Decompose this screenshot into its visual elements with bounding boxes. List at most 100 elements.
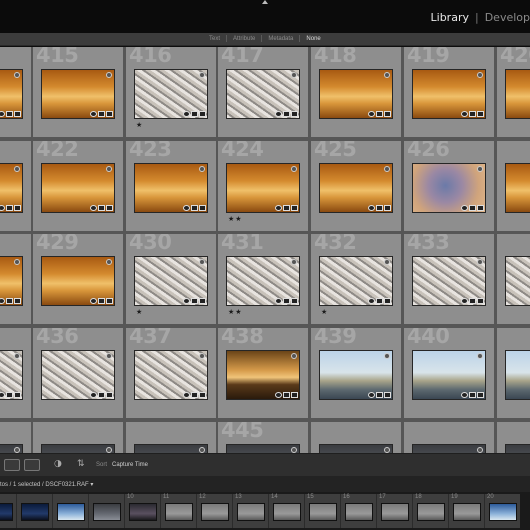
crop-icon[interactable] — [6, 298, 13, 304]
filmstrip-thumbnail[interactable] — [93, 503, 121, 521]
filmstrip-thumbnail[interactable] — [237, 503, 265, 521]
crop-icon[interactable] — [98, 298, 105, 304]
metadata-icon[interactable] — [0, 111, 5, 117]
filmstrip-thumbnail[interactable] — [489, 503, 517, 521]
grid-cell[interactable]: 429 — [33, 234, 123, 324]
filter-attribute[interactable]: Attribute — [233, 36, 255, 42]
photo-thumbnail[interactable] — [0, 256, 23, 306]
crop-icon[interactable] — [469, 111, 476, 117]
filmstrip-cell[interactable]: 19 — [448, 494, 484, 528]
develop-icon[interactable] — [14, 298, 21, 304]
grid-cell[interactable]: 415 — [33, 47, 123, 137]
metadata-icon[interactable] — [0, 298, 5, 304]
sort-direction-icon[interactable]: ⇅ — [77, 459, 85, 469]
flag-badge-icon[interactable] — [384, 72, 390, 78]
grid-cell[interactable] — [0, 47, 31, 137]
photo-thumbnail[interactable] — [412, 444, 486, 453]
photo-thumbnail[interactable] — [319, 256, 393, 306]
develop-icon[interactable] — [477, 298, 484, 304]
photo-thumbnail[interactable] — [319, 444, 393, 453]
grid-cell[interactable]: 431 ★★ — [218, 234, 308, 324]
grid-cell[interactable]: 424 ★★ — [218, 141, 308, 231]
metadata-icon[interactable] — [275, 392, 282, 398]
grid-cell[interactable] — [33, 422, 123, 453]
metadata-icon[interactable] — [275, 298, 282, 304]
crop-icon[interactable] — [283, 298, 290, 304]
grid-cell[interactable] — [497, 141, 530, 231]
grid-cell[interactable]: 420 — [497, 47, 530, 137]
filmstrip-thumbnail[interactable] — [201, 503, 229, 521]
flag-badge-icon[interactable] — [291, 259, 297, 265]
photo-thumbnail[interactable] — [134, 163, 208, 213]
crop-icon[interactable] — [283, 111, 290, 117]
photo-thumbnail[interactable] — [134, 444, 208, 453]
grid-cell[interactable]: 437 — [126, 328, 216, 418]
module-develop[interactable]: Develop — [485, 11, 530, 24]
photo-thumbnail[interactable] — [0, 69, 23, 119]
filmstrip-thumbnail[interactable] — [381, 503, 409, 521]
grid-cell[interactable] — [497, 328, 530, 418]
crop-icon[interactable] — [6, 392, 13, 398]
photo-thumbnail[interactable] — [0, 163, 23, 213]
grid-cell[interactable] — [0, 141, 31, 231]
flag-badge-icon[interactable] — [199, 166, 205, 172]
develop-icon[interactable] — [14, 392, 21, 398]
filmstrip-thumbnail[interactable] — [165, 503, 193, 521]
develop-icon[interactable] — [199, 392, 206, 398]
module-library[interactable]: Library — [431, 11, 469, 24]
flag-badge-icon[interactable] — [14, 259, 20, 265]
crop-icon[interactable] — [376, 298, 383, 304]
crop-icon[interactable] — [469, 392, 476, 398]
photo-thumbnail[interactable] — [226, 350, 300, 400]
crop-icon[interactable] — [376, 392, 383, 398]
flag-badge-icon[interactable] — [106, 72, 112, 78]
flag-badge-icon[interactable] — [14, 166, 20, 172]
photo-thumbnail[interactable] — [319, 69, 393, 119]
filmstrip-thumbnail[interactable] — [453, 503, 481, 521]
grid-view-button[interactable] — [4, 459, 20, 471]
star-rating[interactable]: ★ — [321, 308, 328, 316]
flag-badge-icon[interactable] — [384, 166, 390, 172]
photo-thumbnail[interactable] — [41, 444, 115, 453]
filmstrip-cell[interactable]: 11 — [160, 494, 196, 528]
sort-select[interactable]: Capture Time — [112, 462, 148, 468]
star-rating[interactable]: ★ — [136, 121, 143, 129]
filmstrip-cell[interactable] — [88, 494, 124, 528]
metadata-icon[interactable] — [368, 392, 375, 398]
crop-icon[interactable] — [283, 392, 290, 398]
crop-icon[interactable] — [98, 205, 105, 211]
filmstrip-cell[interactable]: 12 — [196, 494, 232, 528]
develop-icon[interactable] — [384, 111, 391, 117]
develop-icon[interactable] — [106, 205, 113, 211]
filter-text[interactable]: Text — [209, 36, 220, 42]
grid-cell[interactable]: 433 — [404, 234, 494, 324]
metadata-icon[interactable] — [368, 111, 375, 117]
metadata-icon[interactable] — [275, 205, 282, 211]
crop-icon[interactable] — [191, 298, 198, 304]
photo-thumbnail[interactable] — [226, 69, 300, 119]
develop-icon[interactable] — [199, 111, 206, 117]
develop-icon[interactable] — [384, 392, 391, 398]
filmstrip-thumbnail[interactable] — [57, 503, 85, 521]
grid-cell[interactable]: 443 — [0, 422, 31, 453]
flag-badge-icon[interactable] — [477, 166, 483, 172]
photo-thumbnail[interactable] — [505, 163, 530, 213]
photo-thumbnail[interactable] — [412, 69, 486, 119]
filmstrip-thumbnail[interactable] — [21, 503, 49, 521]
filmstrip-thumbnail[interactable] — [129, 503, 157, 521]
grid-cell[interactable]: 422 — [33, 141, 123, 231]
flag-badge-icon[interactable] — [14, 353, 20, 359]
crop-icon[interactable] — [283, 205, 290, 211]
photo-thumbnail[interactable] — [134, 69, 208, 119]
metadata-icon[interactable] — [275, 111, 282, 117]
filmstrip-cell[interactable]: 17 — [376, 494, 412, 528]
flag-badge-icon[interactable] — [477, 353, 483, 359]
develop-icon[interactable] — [106, 111, 113, 117]
collapse-top-panel-icon[interactable] — [262, 0, 268, 4]
flag-badge-icon[interactable] — [291, 166, 297, 172]
photo-thumbnail[interactable] — [319, 350, 393, 400]
grid-cell[interactable]: 426 — [404, 141, 494, 231]
metadata-icon[interactable] — [90, 111, 97, 117]
painter-icon[interactable]: ◑ — [54, 459, 62, 469]
metadata-icon[interactable] — [368, 298, 375, 304]
